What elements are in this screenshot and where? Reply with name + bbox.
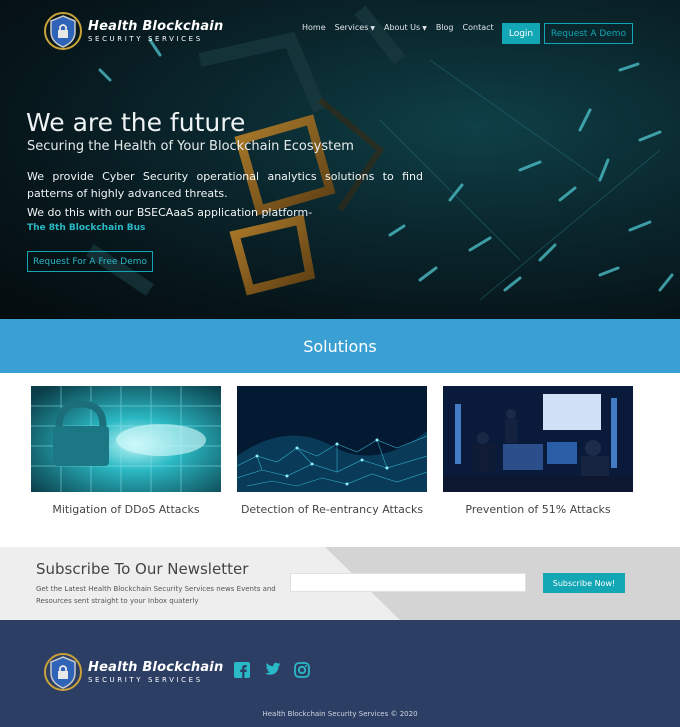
network-mesh-image xyxy=(237,386,427,492)
nav-contact[interactable]: Contact xyxy=(463,23,494,32)
free-demo-button[interactable]: Request For A Free Demo xyxy=(27,251,153,272)
subscribe-button[interactable]: Subscribe Now! xyxy=(543,573,625,593)
main-nav: Home Services ▼ About Us ▼ Blog Contact xyxy=(302,23,503,32)
instagram-icon[interactable] xyxy=(294,662,310,678)
footer-brand-tagline: SECURITY SERVICES xyxy=(88,675,203,684)
nav-home-label: Home xyxy=(302,23,326,32)
twitter-icon[interactable] xyxy=(263,662,281,678)
solutions-header: Solutions xyxy=(0,319,680,373)
caret-down-icon: ▼ xyxy=(422,25,427,32)
solution-card-reentrancy[interactable]: Detection of Re-entrancy Attacks xyxy=(237,386,427,516)
hero-title: We are the future xyxy=(26,108,246,137)
newsletter-section: Subscribe To Our Newsletter Get the Late… xyxy=(0,547,680,620)
hero-description-platform: We do this with our BSECAaaS application… xyxy=(27,206,313,219)
solution-card-51-percent[interactable]: Prevention of 51% Attacks xyxy=(443,386,633,516)
brand-tagline: SECURITY SERVICES xyxy=(88,34,203,43)
solutions-title: Solutions xyxy=(303,336,377,356)
request-demo-button[interactable]: Request A Demo xyxy=(544,23,633,44)
login-button[interactable]: Login xyxy=(502,23,540,44)
footer: Health Blockchain SECURITY SERVICES Heal… xyxy=(0,620,680,727)
newsletter-email-input[interactable] xyxy=(290,573,526,592)
solution-label-51-percent: Prevention of 51% Attacks xyxy=(465,503,611,516)
solution-label-reentrancy: Detection of Re-entrancy Attacks xyxy=(240,503,424,516)
nav-home[interactable]: Home xyxy=(302,23,326,32)
nav-services-label: Services xyxy=(334,23,369,32)
shield-lock-icon xyxy=(44,653,82,691)
brand-logo[interactable]: Health Blockchain SECURITY SERVICES xyxy=(42,10,223,52)
nav-services[interactable]: Services ▼ xyxy=(335,23,375,32)
blockchain-bus-link[interactable]: The 8th Blockchain Bus xyxy=(27,223,145,233)
solution-card-ddos[interactable]: Mitigation of DDoS Attacks xyxy=(31,386,221,516)
hero-section: Health Blockchain SECURITY SERVICES Home… xyxy=(0,0,680,319)
hero-subtitle: Securing the Health of Your Blockchain E… xyxy=(27,139,354,154)
caret-down-icon: ▼ xyxy=(370,25,375,32)
newsletter-title: Subscribe To Our Newsletter xyxy=(36,560,249,578)
nav-blog[interactable]: Blog xyxy=(436,23,454,32)
brand-name: Health Blockchain xyxy=(88,18,224,34)
solution-label-ddos: Mitigation of DDoS Attacks xyxy=(52,503,200,516)
nav-about-label: About Us xyxy=(383,23,421,32)
nav-about-us[interactable]: About Us ▼ xyxy=(384,23,427,32)
facebook-icon[interactable] xyxy=(234,662,250,678)
nav-blog-label: Blog xyxy=(435,23,454,32)
shield-lock-icon xyxy=(44,12,82,50)
padlock-image xyxy=(31,386,221,492)
footer-brand-logo[interactable]: Health Blockchain SECURITY SERVICES xyxy=(42,651,223,693)
footer-brand-name: Health Blockchain xyxy=(88,659,224,675)
copyright-text: Health Blockchain Security Services © 20… xyxy=(262,710,418,718)
hero-description: We provide Cyber Security operational an… xyxy=(27,170,423,200)
security-operations-room-image xyxy=(443,386,633,492)
newsletter-description: Get the Latest Health Blockchain Securit… xyxy=(36,585,276,605)
nav-contact-label: Contact xyxy=(462,23,494,32)
social-links xyxy=(234,662,323,678)
